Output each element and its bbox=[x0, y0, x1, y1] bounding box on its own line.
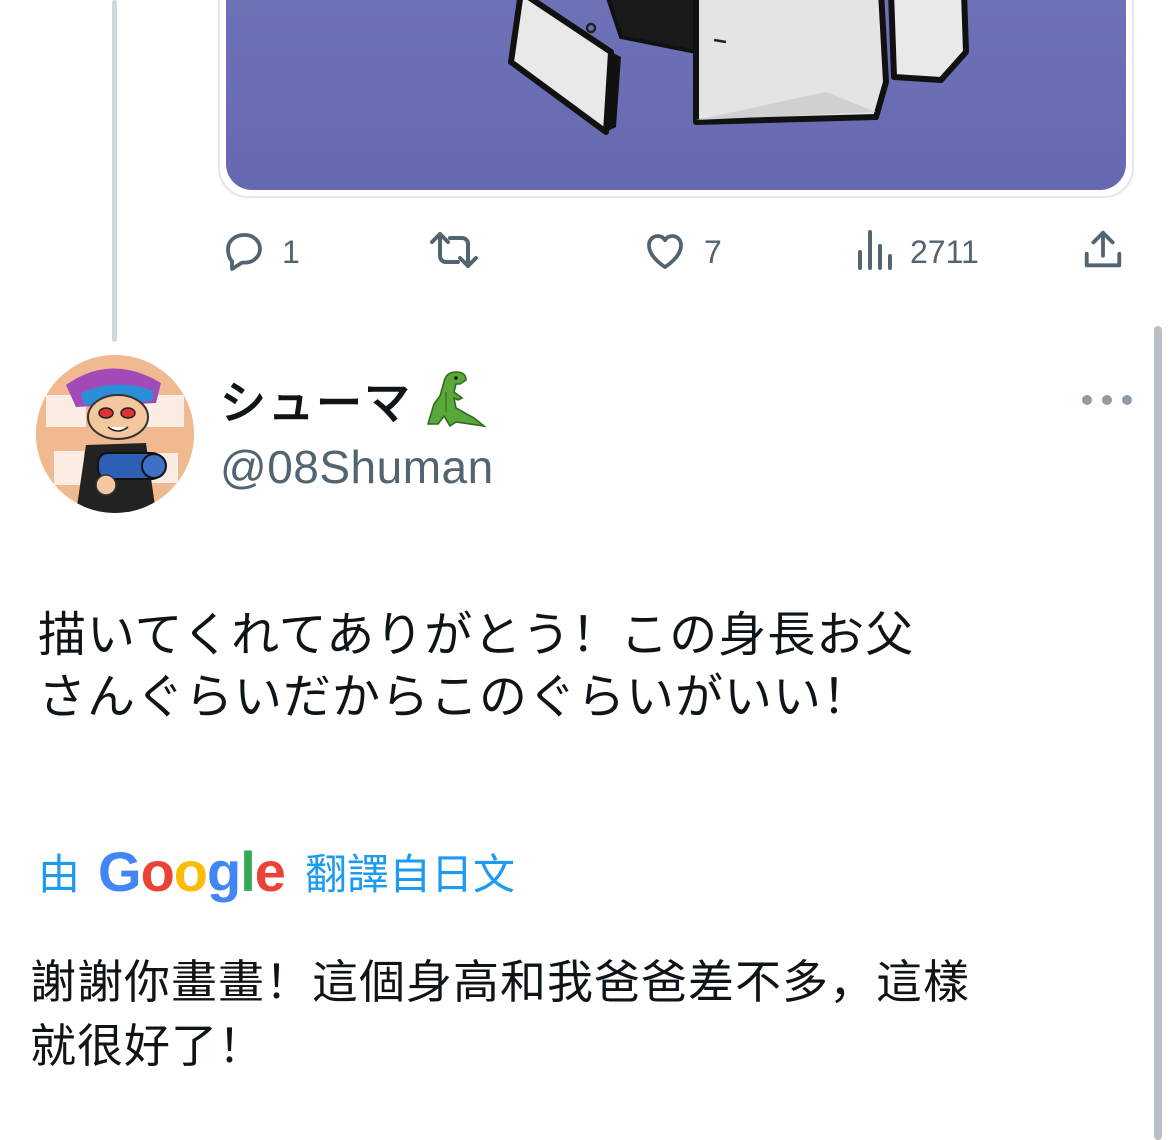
translated-text: 謝謝你畫畫！這個身高和我爸爸差不多，這樣 就很好了！ bbox=[30, 955, 970, 1073]
thread-connector-line bbox=[112, 0, 117, 342]
more-button[interactable] bbox=[1082, 388, 1132, 412]
retweet-button[interactable] bbox=[426, 226, 496, 278]
translation-source-language: 翻譯自日文 bbox=[304, 849, 515, 899]
translation-prefix: 由 bbox=[38, 849, 81, 899]
drawing-illustration bbox=[508, 0, 969, 135]
avatar-illustration bbox=[36, 355, 194, 513]
more-icon bbox=[1082, 395, 1092, 405]
views-icon bbox=[856, 228, 896, 276]
more-icon-dot bbox=[1122, 395, 1132, 405]
tweet-thread-screen: 1 7 2711 シューマ @08Shuman 描いてくれてありがとう！この身長… bbox=[0, 0, 1170, 1140]
reply-icon bbox=[220, 226, 268, 278]
views-button[interactable]: 2711 bbox=[856, 226, 979, 278]
author-display-name[interactable]: シューマ bbox=[220, 370, 488, 430]
retweet-icon bbox=[426, 226, 482, 278]
share-button[interactable] bbox=[1080, 226, 1126, 278]
tweet-media-card[interactable] bbox=[218, 0, 1134, 198]
share-icon bbox=[1080, 227, 1126, 277]
views-count: 2711 bbox=[910, 233, 979, 270]
display-name-text: シューマ bbox=[220, 376, 412, 430]
translation-attribution[interactable]: 由 Google 翻譯自日文 bbox=[38, 836, 515, 906]
reply-button[interactable]: 1 bbox=[220, 226, 300, 278]
author-handle[interactable]: @08Shuman bbox=[220, 440, 494, 494]
avatar[interactable] bbox=[36, 355, 194, 513]
reply-count: 1 bbox=[282, 233, 300, 270]
tweet-text: 描いてくれてありがとう！この身長お父 さんぐらいだからこのぐらいがいい！ bbox=[38, 607, 915, 725]
like-button[interactable]: 7 bbox=[640, 226, 722, 278]
media-image[interactable] bbox=[226, 0, 1126, 190]
google-logo: Google bbox=[98, 839, 286, 903]
like-icon bbox=[640, 226, 690, 278]
scrollbar[interactable] bbox=[1154, 326, 1162, 1140]
dinosaur-emoji bbox=[416, 368, 488, 432]
more-icon-dot bbox=[1102, 395, 1112, 405]
like-count: 7 bbox=[704, 233, 722, 270]
